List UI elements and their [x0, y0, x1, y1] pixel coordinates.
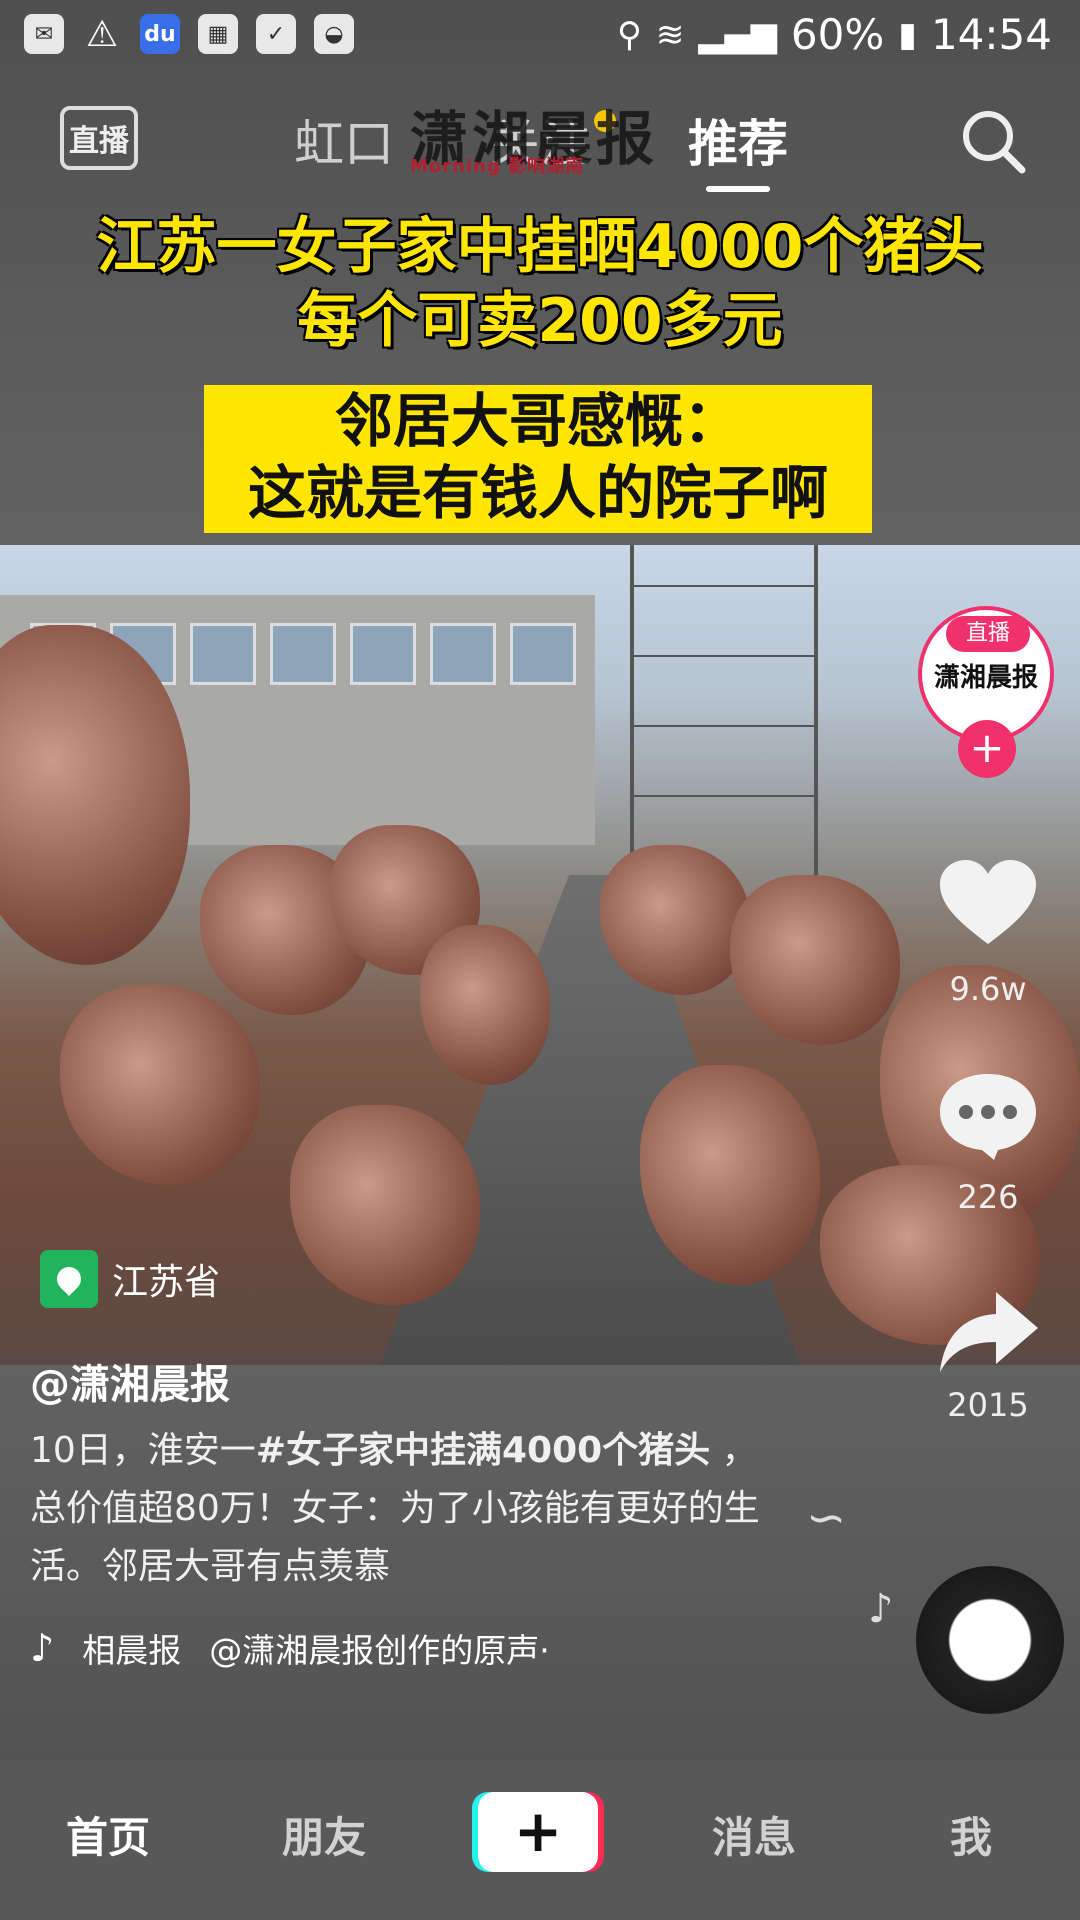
- live-button[interactable]: 直播: [60, 106, 138, 170]
- share-arrow-icon[interactable]: [936, 1286, 1040, 1376]
- tower-strut: [634, 655, 814, 657]
- share-count: 2015: [947, 1386, 1029, 1424]
- nav-messages[interactable]: 消息: [712, 1804, 796, 1865]
- pig-head: [420, 925, 550, 1085]
- subtitle-line-2: 这就是有钱人的院子啊: [247, 459, 828, 527]
- nav-me[interactable]: 我: [950, 1804, 992, 1865]
- caption-text-start: 10日，淮安一: [30, 1430, 256, 1471]
- follow-button[interactable]: +: [958, 720, 1016, 778]
- comment-count: 226: [957, 1178, 1019, 1216]
- signal-icon: ▂▄▆: [698, 14, 777, 55]
- post-caption: 10日，淮安一#女子家中挂满4000个猪头 ，总价值超80万！女子：为了小孩能有…: [30, 1422, 790, 1596]
- window: [350, 623, 416, 685]
- caption-hashtag[interactable]: #女子家中挂满4000个猪头: [256, 1430, 710, 1471]
- watermark-logo: 潇湘晨报 Morning 影响湖南: [410, 92, 670, 177]
- wechat-icon: ✉: [24, 14, 64, 54]
- search-icon[interactable]: [958, 106, 1028, 176]
- nav-home[interactable]: 首页: [66, 1804, 150, 1865]
- baidu-icon: du: [140, 14, 180, 54]
- window: [430, 623, 496, 685]
- avatar-live-badge: 直播: [946, 616, 1030, 652]
- pig-head: [730, 875, 900, 1045]
- location-label: 江苏省: [112, 1262, 221, 1303]
- subtitle-line-1: 邻居大哥感慨：: [334, 387, 741, 455]
- headline-line-1: 江苏一女子家中挂晒4000个猪头: [96, 212, 984, 282]
- window: [510, 623, 576, 685]
- watermark-logo-sub: Morning 影响湖南: [410, 156, 585, 177]
- nav-friends[interactable]: 朋友: [282, 1804, 366, 1865]
- tower-strut: [634, 795, 814, 797]
- headline-line-2: 每个可卖200多元: [297, 286, 783, 356]
- like-heart-icon[interactable]: [936, 858, 1040, 948]
- video-headline: 江苏一女子家中挂晒4000个猪头 每个可卖200多元: [0, 210, 1080, 358]
- wifi-icon: ≋: [655, 14, 685, 55]
- location-status-icon: ⚲: [617, 14, 642, 55]
- clock: 14:54: [930, 10, 1052, 59]
- sound-wave-icon: ∽: [806, 1490, 847, 1546]
- battery-percent: 60%: [790, 10, 885, 59]
- transmission-tower: [630, 545, 818, 875]
- window: [270, 623, 336, 685]
- bowl-icon: ◒: [314, 14, 354, 54]
- floating-note-icon: ♪: [868, 1586, 894, 1632]
- music-bar[interactable]: ♪ 相晨报 @潇湘晨报创作的原声·: [30, 1624, 550, 1672]
- tab-recommended[interactable]: 推荐: [688, 104, 788, 176]
- status-bar: ✉ ⚠ du ▦ ✓ ◒ ⚲ ≋ ▂▄▆ 60% ▮ 14:54: [0, 0, 1080, 72]
- notification-icons: ✉ ⚠ du ▦ ✓ ◒: [24, 13, 354, 55]
- window: [190, 623, 256, 685]
- active-tab-indicator: [706, 186, 770, 192]
- music-title: @潇湘晨报创作的原声·: [209, 1631, 550, 1670]
- create-button[interactable]: +: [478, 1792, 598, 1872]
- location-tag[interactable]: 江苏省: [40, 1248, 220, 1310]
- warning-icon: ⚠: [85, 13, 119, 55]
- pig-head: [290, 1105, 480, 1305]
- tower-strut: [634, 585, 814, 587]
- chat-icon: ✓: [256, 14, 296, 54]
- pig-head: [60, 985, 260, 1185]
- live-label: 直播: [69, 124, 129, 159]
- author-handle[interactable]: @潇湘晨报: [30, 1352, 230, 1410]
- music-author: 相晨报: [82, 1631, 182, 1670]
- avatar-text: 潇湘晨报: [933, 663, 1038, 693]
- tab-local[interactable]: 虹口: [294, 104, 394, 176]
- battery-icon: ▮: [898, 14, 917, 55]
- tower-strut: [634, 725, 814, 727]
- location-pin-icon: [40, 1250, 98, 1308]
- tiktok-note-icon: ♪: [30, 1626, 55, 1670]
- comment-icon[interactable]: [936, 1070, 1040, 1160]
- calendar-icon: ▦: [198, 14, 238, 54]
- bottom-nav: 首页 朋友 + 消息 我: [0, 1760, 1080, 1920]
- subtitle-box: 邻居大哥感慨： 这就是有钱人的院子啊: [204, 385, 872, 533]
- music-disc[interactable]: [916, 1566, 1064, 1714]
- like-count: 9.6w: [949, 970, 1027, 1008]
